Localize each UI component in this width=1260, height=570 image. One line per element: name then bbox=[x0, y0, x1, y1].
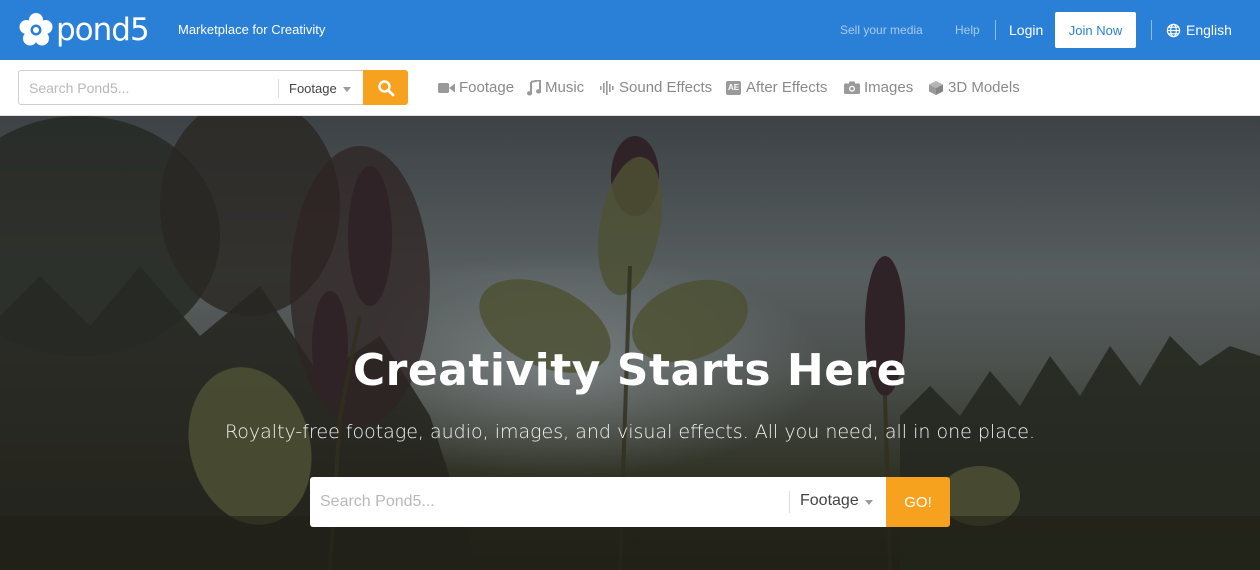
pond5-logo[interactable]: pond5 bbox=[18, 12, 150, 48]
nav-after-effects[interactable]: AE After Effects bbox=[726, 79, 827, 96]
search-type-label: Footage bbox=[800, 492, 859, 509]
nav-images[interactable]: Images bbox=[844, 79, 913, 96]
header-search-box: Footage bbox=[18, 70, 363, 105]
login-link[interactable]: Login bbox=[1009, 22, 1043, 38]
divider bbox=[789, 491, 790, 513]
divider bbox=[278, 79, 279, 98]
header-search-type-dropdown[interactable]: Footage bbox=[289, 81, 351, 96]
nav-music[interactable]: Music bbox=[527, 79, 584, 96]
language-selector[interactable]: English bbox=[1166, 22, 1232, 38]
nav-images-label: Images bbox=[864, 79, 914, 96]
nav-3d-models-label: 3D Models bbox=[948, 79, 1020, 96]
hero-search-box: Footage bbox=[310, 477, 886, 527]
sound-wave-icon bbox=[600, 80, 614, 95]
hero-search-input[interactable] bbox=[320, 491, 780, 513]
nav-footage-label: Footage bbox=[459, 79, 515, 96]
caret-down-icon bbox=[864, 499, 873, 505]
hero-subtitle: Royalty-free footage, audio, images, and… bbox=[224, 421, 1036, 443]
tagline: Marketplace for Creativity bbox=[178, 22, 326, 37]
join-now-button[interactable]: Join Now bbox=[1055, 12, 1136, 48]
nav-sound-effects-label: Sound Effects bbox=[619, 79, 713, 96]
flower-logo-icon bbox=[19, 13, 53, 46]
help-link[interactable]: Help bbox=[955, 23, 980, 37]
hero-go-button[interactable]: GO! bbox=[886, 477, 950, 527]
camera-icon bbox=[844, 81, 860, 94]
globe-icon bbox=[1166, 23, 1181, 37]
hero-banner: Creativity Starts Here Royalty-free foot… bbox=[0, 116, 1260, 570]
nav-footage[interactable]: Footage bbox=[438, 79, 514, 96]
after-effects-icon: AE bbox=[726, 80, 741, 95]
hero-title: Creativity Starts Here bbox=[352, 345, 908, 396]
search-type-label: Footage bbox=[289, 81, 337, 96]
divider bbox=[995, 20, 996, 40]
search-icon bbox=[377, 79, 394, 96]
sell-your-media-link[interactable]: Sell your media bbox=[840, 23, 923, 37]
nav-sound-effects[interactable]: Sound Effects bbox=[600, 79, 712, 96]
logo-wordmark: pond5 bbox=[56, 12, 150, 48]
header-search-input[interactable] bbox=[29, 79, 269, 97]
nav-3d-models[interactable]: 3D Models bbox=[928, 79, 1020, 96]
caret-down-icon bbox=[342, 87, 351, 92]
divider bbox=[1151, 20, 1152, 40]
music-note-icon bbox=[527, 79, 541, 95]
language-label: English bbox=[1186, 22, 1232, 38]
cube-icon bbox=[929, 80, 943, 95]
header-search-button[interactable] bbox=[363, 70, 408, 105]
category-nav-bar: Footage Footage Music bbox=[0, 60, 1260, 116]
nav-music-label: Music bbox=[545, 79, 585, 96]
video-camera-icon bbox=[438, 82, 455, 93]
hero-search-type-dropdown[interactable]: Footage bbox=[800, 492, 873, 510]
nav-after-effects-label: After Effects bbox=[746, 79, 828, 96]
top-bar: pond5 Marketplace for Creativity Sell yo… bbox=[0, 0, 1260, 60]
